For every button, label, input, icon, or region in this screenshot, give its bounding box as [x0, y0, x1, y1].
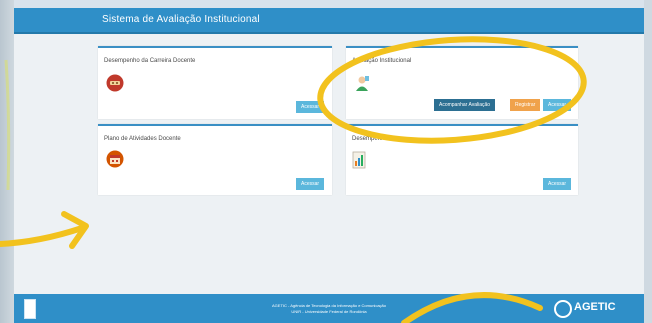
calendar-icon	[106, 150, 124, 173]
page-title: Sistema de Avaliação Institucional	[102, 14, 260, 25]
card-title: Plano de Atividades Docente	[104, 136, 181, 142]
registrar-button[interactable]: Registrar	[510, 99, 541, 111]
card-title: Desempenho	[352, 136, 388, 142]
acessar-button[interactable]: Acessar	[296, 178, 325, 190]
document-chart-icon	[352, 151, 368, 174]
user-evaluation-icon	[353, 74, 371, 97]
main-content: Desempenho da Carreira Docente Acessar A…	[14, 34, 644, 294]
card-desempenho: Desempenho Acessar	[346, 124, 578, 195]
acessar-button[interactable]: Acessar	[296, 101, 325, 113]
footer-line-2: UNIR - Universidade Federal de Rondônia	[291, 309, 367, 314]
footer-line-1: AGETIC - Agência de Tecnologia da Inform…	[272, 303, 386, 308]
card-avaliacao-institucional: Avaliação Institucional Acompanhar Avali…	[346, 46, 578, 119]
acessar-button[interactable]: Acessar	[543, 99, 572, 111]
left-bezel	[0, 0, 14, 323]
card-plano-atividades: Plano de Atividades Docente Acessar	[98, 124, 332, 195]
trophy-icon	[106, 74, 124, 97]
card-title: Desempenho da Carreira Docente	[104, 58, 196, 64]
agetic-logo-icon	[554, 300, 572, 318]
acessar-button[interactable]: Acessar	[543, 178, 572, 190]
footer-bar: AGETIC - Agência de Tecnologia da Inform…	[14, 294, 644, 323]
agetic-brand: AGETIC	[574, 301, 616, 313]
card-title: Avaliação Institucional	[352, 58, 412, 64]
header-bar: Sistema de Avaliação Institucional	[14, 8, 644, 34]
right-bezel	[644, 0, 652, 323]
card-desempenho-carreira: Desempenho da Carreira Docente Acessar	[98, 46, 332, 119]
acompanhar-avaliacao-button[interactable]: Acompanhar Avaliação	[434, 99, 496, 111]
